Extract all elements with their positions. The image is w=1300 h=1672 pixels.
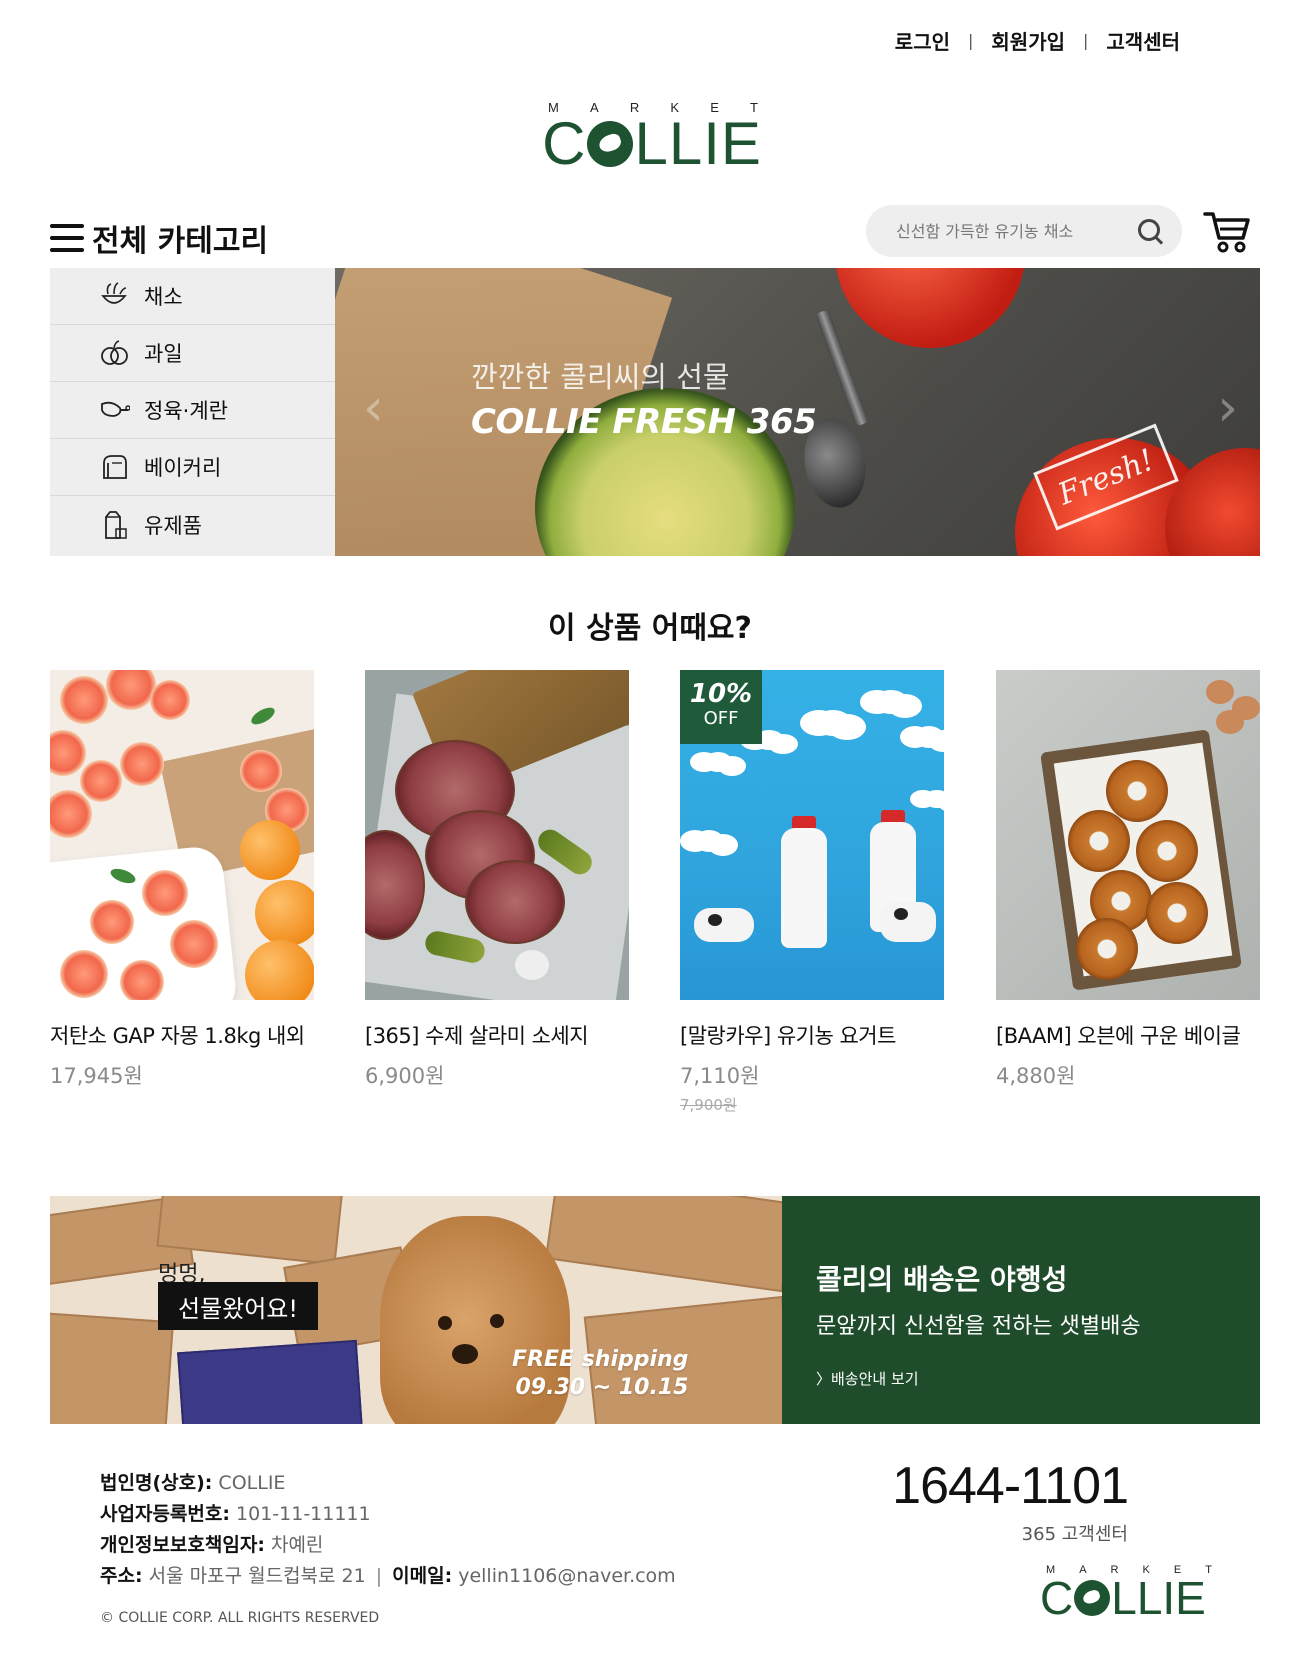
sidebar-item-meat-eggs[interactable]: 정육·계란 (50, 382, 335, 439)
sidebar-item-dairy[interactable]: 유제품 (50, 496, 335, 553)
all-categories-button[interactable]: 전체 카테고리 (50, 216, 268, 260)
hero-subtitle: 깐깐한 콜리씨의 선물 (471, 360, 730, 394)
free-shipping-text: FREE shipping 09.30 ~ 10.15 (512, 1347, 689, 1400)
logo-collie-text: C LLIE (1040, 1572, 1206, 1624)
product-name: 저탄소 GAP 자몽 1.8kg 내외 (50, 1024, 305, 1048)
product-card[interactable]: [BAAM] 오븐에 구운 베이글 4,880원 (996, 670, 1260, 1090)
top-links: 로그인 | 회원가입 | 고객센터 (895, 26, 1180, 55)
cart-icon[interactable] (1203, 210, 1251, 254)
product-name: [BAAM] 오븐에 구운 베이글 (996, 1024, 1241, 1048)
product-name: [말랑카우] 유기농 요거트 (680, 1024, 896, 1048)
hero-banner[interactable]: 깐깐한 콜리씨의 선물 COLLIE FRESH 365 Fresh! ‹ › (335, 268, 1260, 556)
footer-privacy-officer: 개인정보보호책임자: 차예린 (100, 1534, 324, 1556)
signup-link[interactable]: 회원가입 (991, 26, 1065, 55)
tomato-image (835, 268, 1025, 348)
product-image[interactable]: 10% OFF (680, 670, 944, 1000)
hamburger-menu-icon (50, 224, 84, 252)
sidebar-item-label: 유제품 (144, 513, 202, 538)
product-card[interactable]: 10% OFF [말랑카우] 유기농 요거트 7,110원 7,900원 (680, 670, 944, 1115)
footer-address-email: 주소: 서울 마포구 월드컵북로 21 | 이메일: yellin1106@nave… (100, 1565, 676, 1587)
gift-label: 선물왔어요! (158, 1282, 318, 1330)
sidebar-item-label: 과일 (144, 342, 183, 366)
footer-company: 법인명(상호): COLLIE (100, 1472, 286, 1494)
footer-biz-number: 사업자등록번호: 101-11-11111 (100, 1503, 371, 1525)
product-list: 저탄소 GAP 자몽 1.8kg 내외 17,945원 [365] 수제 살라미… (50, 670, 1260, 1114)
customer-phone: 1644-1101 (892, 1457, 1129, 1515)
bread-icon (98, 451, 130, 483)
hero-prev-arrow-icon[interactable]: ‹ (363, 378, 384, 438)
login-link[interactable]: 로그인 (895, 26, 950, 55)
product-price: 17,945원 (50, 1064, 143, 1088)
delivery-info-panel: 콜리의 배송은 야행성 문앞까지 신선함을 전하는 샛별배송 〉배송안내 보기 (782, 1196, 1260, 1424)
collie-dog-icon (1074, 1580, 1111, 1616)
sidebar-item-label: 정육·계란 (144, 399, 228, 423)
product-price: 7,110원 (680, 1064, 760, 1088)
delivery-guide-link[interactable]: 〉배송안내 보기 (816, 1368, 919, 1389)
sidebar-item-label: 베이커리 (144, 456, 222, 480)
product-image[interactable] (365, 670, 629, 1000)
product-card[interactable]: 저탄소 GAP 자몽 1.8kg 내외 17,945원 (50, 670, 314, 1090)
delivery-banner[interactable]: 멍멍, 선물왔어요! FREE shipping 09.30 ~ 10.15 콜… (50, 1196, 1260, 1424)
search-icon[interactable] (1136, 217, 1164, 245)
sidebar-item-vegetables[interactable]: 채소 (50, 268, 335, 325)
footer-info: 법인명(상호): COLLIE 사업자등록번호: 101-11-11111 개인… (100, 1468, 676, 1592)
site-logo[interactable]: MARKET C LLIE (540, 100, 764, 177)
product-price: 4,880원 (996, 1064, 1076, 1088)
meat-icon (98, 394, 130, 426)
logo-collie-text: C LLIE (542, 110, 762, 177)
sidebar-item-label: 채소 (144, 285, 183, 309)
product-original-price: 7,900원 (680, 1096, 737, 1114)
discount-badge: 10% OFF (680, 670, 762, 744)
fruit-icon (98, 337, 130, 369)
recommend-section-title: 이 상품 어때요? (548, 611, 752, 646)
spoon-image (814, 309, 870, 427)
link-separator: | (1083, 31, 1089, 50)
product-name: [365] 수제 살라미 소세지 (365, 1024, 589, 1048)
dairy-icon (98, 509, 130, 541)
vegetable-icon (98, 280, 130, 312)
product-card[interactable]: [365] 수제 살라미 소세지 6,900원 (365, 670, 629, 1090)
all-categories-label: 전체 카테고리 (92, 224, 269, 259)
copyright: © COLLIE CORP. ALL RIGHTS RESERVED (100, 1610, 380, 1626)
hero-title: COLLIE FRESH 365 (471, 402, 817, 442)
footer-logo: MARKET C LLIE (1040, 1564, 1216, 1624)
product-image[interactable] (996, 670, 1260, 1000)
sidebar-item-bakery[interactable]: 베이커리 (50, 439, 335, 496)
product-image[interactable] (50, 670, 314, 1000)
search-bar (866, 205, 1182, 257)
collie-dog-icon (587, 121, 634, 167)
product-price: 6,900원 (365, 1064, 445, 1088)
hero-next-arrow-icon[interactable]: › (1217, 378, 1238, 438)
sidebar-item-fruits[interactable]: 과일 (50, 325, 335, 382)
search-input[interactable] (896, 221, 1136, 241)
delivery-subheading: 문앞까지 신선함을 전하는 샛별배송 (816, 1314, 1141, 1339)
link-separator: | (968, 31, 974, 50)
delivery-photo: 멍멍, 선물왔어요! FREE shipping 09.30 ~ 10.15 (50, 1196, 782, 1424)
customer-phone-label: 365 고객센터 (1021, 1524, 1128, 1545)
category-sidebar: 채소 과일 정육·계란 베이커리 유제품 (50, 268, 335, 556)
delivery-heading: 콜리의 배송은 야행성 (816, 1263, 1068, 1296)
customer-center-link[interactable]: 고객센터 (1106, 26, 1180, 55)
